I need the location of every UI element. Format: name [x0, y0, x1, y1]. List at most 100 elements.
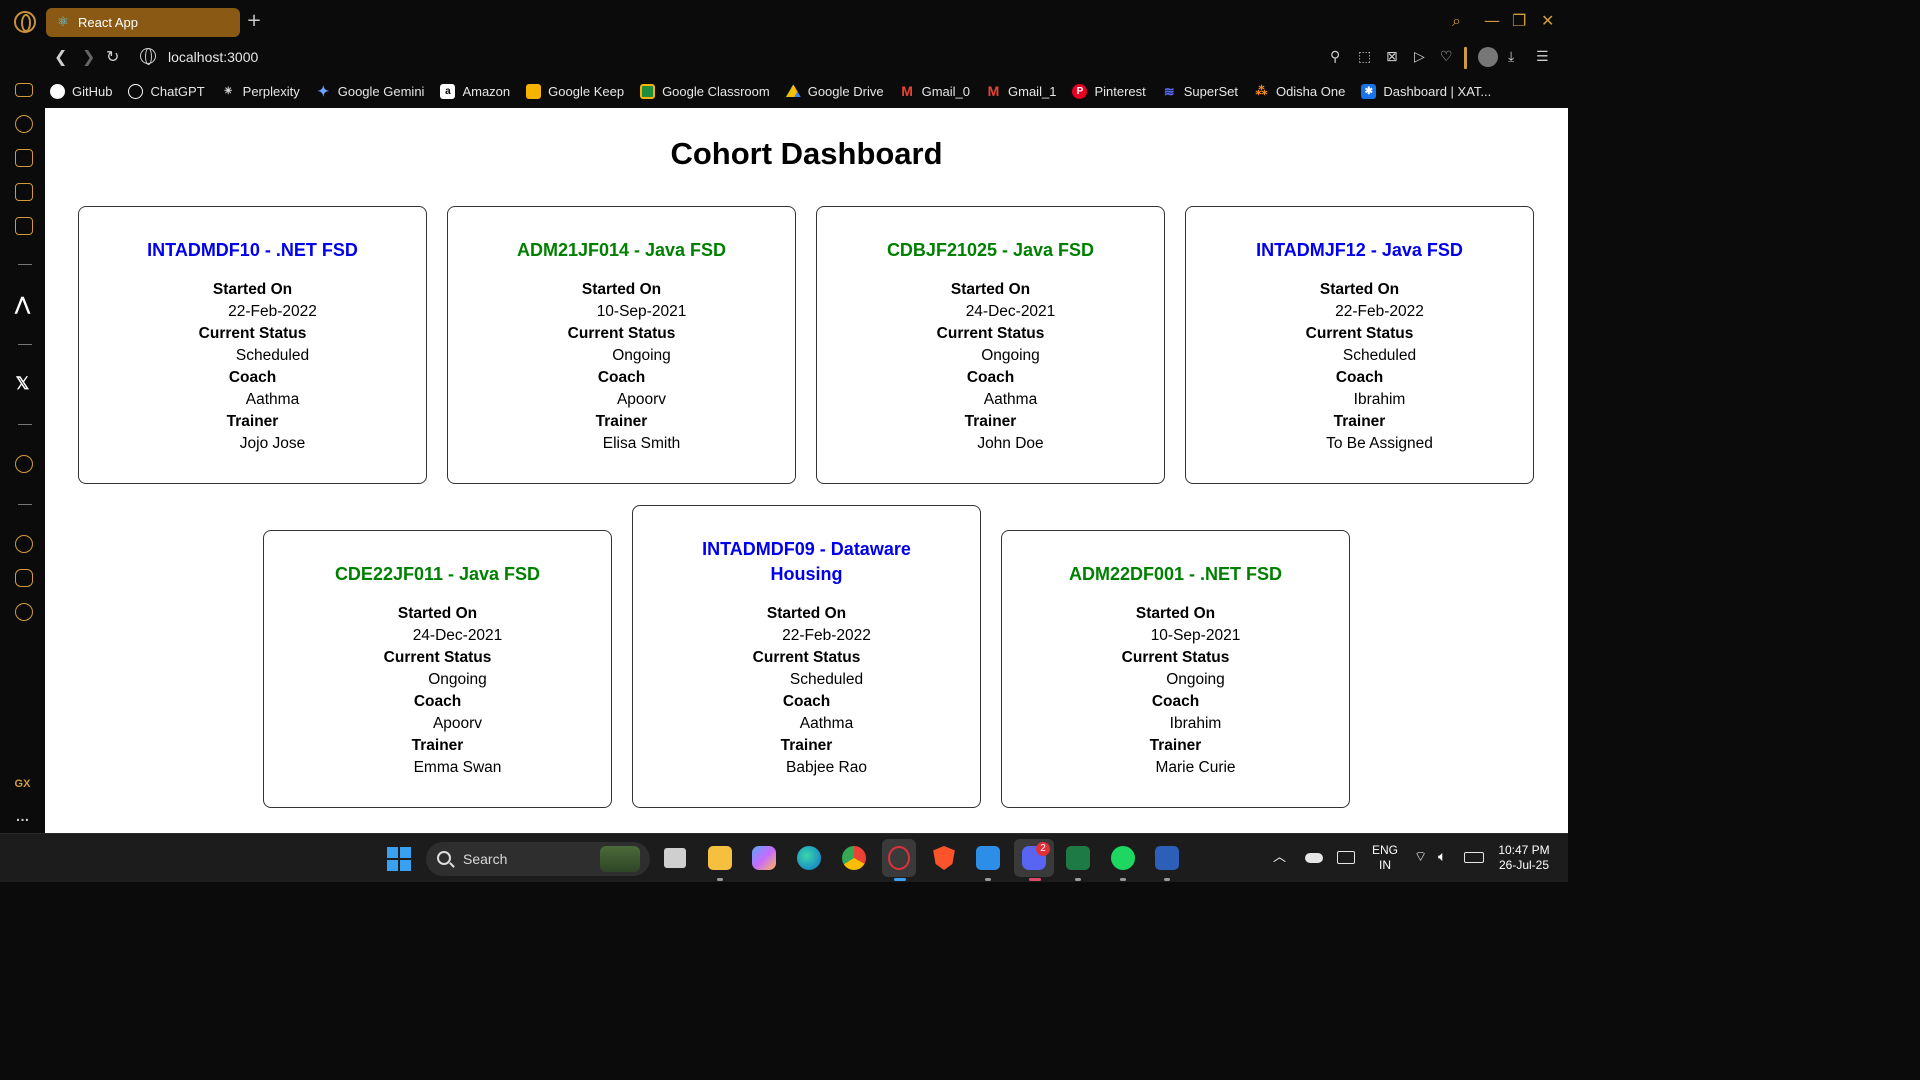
- coach-value: Apoorv: [432, 715, 483, 732]
- cohort-card: INTADMJF12 - Java FSD Started On 22-Feb-…: [1185, 206, 1534, 484]
- cohort-details: Started On 22-Feb-2022 Current Status Sc…: [633, 603, 980, 779]
- gx-cleaner-icon[interactable]: [15, 149, 33, 167]
- search-tabs-icon[interactable]: ⌕: [1452, 12, 1461, 30]
- extensions-icon[interactable]: [15, 569, 33, 587]
- easy-setup-icon[interactable]: ☰: [1536, 49, 1549, 65]
- trainer-value: Elisa Smith: [602, 435, 681, 452]
- spotify-icon[interactable]: [1111, 846, 1135, 870]
- region-code: IN: [1379, 858, 1391, 872]
- started-label: Started On: [766, 605, 847, 622]
- bookmark-label: Google Gemini: [337, 83, 425, 99]
- new-tab-button[interactable]: +: [246, 12, 262, 30]
- cohort-details: Started On 10-Sep-2021 Current Status On…: [1002, 603, 1349, 779]
- windows-start-icon[interactable]: [387, 847, 411, 871]
- bookmark-gemini[interactable]: ✦ Google Gemini: [316, 82, 425, 99]
- started-label: Started On: [1319, 281, 1400, 298]
- trainer-label: Trainer: [226, 413, 279, 430]
- gemini-icon: ✦: [317, 82, 330, 99]
- show-hidden-icons-icon[interactable]: ︿: [1273, 849, 1286, 864]
- discord-badge: 2: [1036, 842, 1050, 856]
- close-window-button[interactable]: ✕: [1541, 12, 1554, 30]
- aria-icon[interactable]: ⋀: [0, 294, 45, 315]
- bookmark-google-keep[interactable]: Google Keep: [526, 83, 624, 99]
- messenger-m-icon[interactable]: [15, 217, 33, 235]
- onedrive-icon[interactable]: [1305, 853, 1323, 863]
- language-indicator[interactable]: ENG IN: [1370, 843, 1400, 873]
- settings-icon[interactable]: [15, 603, 33, 621]
- chrome-icon[interactable]: [842, 846, 866, 870]
- x-twitter-icon[interactable]: 𝕏: [0, 374, 45, 394]
- superset-icon: ≋: [1163, 83, 1175, 99]
- snapshot-icon[interactable]: ⬚: [1358, 49, 1371, 65]
- status-label: Current Status: [383, 649, 492, 666]
- gx-corner-icon[interactable]: [15, 183, 33, 201]
- gx-control-icon[interactable]: [15, 115, 33, 133]
- player-icon[interactable]: [15, 455, 33, 473]
- coach-label: Coach: [1335, 369, 1384, 386]
- bookmark-superset[interactable]: ≋ SuperSet: [1162, 84, 1238, 99]
- gx-label[interactable]: GX: [0, 778, 45, 790]
- profile-avatar[interactable]: [1478, 47, 1498, 67]
- keyboard-icon[interactable]: [1337, 851, 1355, 864]
- excel-icon[interactable]: [1066, 846, 1090, 870]
- bookmark-gmail-0[interactable]: M Gmail_0: [900, 83, 970, 99]
- site-info-icon[interactable]: [140, 48, 156, 65]
- bookmark-perplexity[interactable]: ✳ Perplexity: [221, 84, 300, 99]
- player-icon[interactable]: ▷: [1414, 49, 1425, 65]
- edge-icon[interactable]: [797, 846, 821, 870]
- vscode-icon[interactable]: [976, 846, 1000, 870]
- wifi-icon[interactable]: ⌔: [1414, 849, 1427, 864]
- reload-button[interactable]: ↻: [106, 48, 119, 66]
- search-icon: [437, 851, 451, 865]
- bookmark-pinterest[interactable]: P Pinterest: [1072, 83, 1146, 99]
- screen: ⚛ React App + ⌕ — ❐ ✕ ❮ ❯ ↻ localhost:30…: [0, 0, 1568, 882]
- status-value: Ongoing: [1166, 671, 1225, 688]
- bookmark-amazon[interactable]: a Amazon: [440, 83, 510, 99]
- status-value: Ongoing: [612, 347, 671, 364]
- bookmark-github[interactable]: GitHub: [50, 83, 112, 99]
- bookmark-label: Gmail_1: [1008, 83, 1057, 99]
- word-icon[interactable]: [1155, 846, 1179, 870]
- clock[interactable]: 10:47 PM 26-Jul-25: [1492, 843, 1556, 873]
- battery-icon[interactable]: [1464, 852, 1484, 863]
- cohort-card: CDE22JF011 - Java FSD Started On 24-Dec-…: [263, 530, 612, 808]
- task-view-icon[interactable]: [664, 848, 686, 868]
- trainer-label: Trainer: [780, 737, 833, 754]
- bookmark-odisha-one[interactable]: ⁂ Odisha One: [1254, 84, 1345, 99]
- bookmark-label: SuperSet: [1183, 83, 1238, 99]
- pin-icon[interactable]: ⚲: [1330, 49, 1340, 65]
- active-tab[interactable]: ⚛ React App: [46, 8, 240, 37]
- bookmark-gmail-1[interactable]: M Gmail_1: [986, 82, 1057, 99]
- opera-menu-icon[interactable]: [14, 11, 36, 33]
- bookmark-label: Odisha One: [1275, 83, 1346, 99]
- restore-button[interactable]: ❐: [1512, 12, 1526, 30]
- minimize-button[interactable]: —: [1484, 12, 1500, 30]
- history-icon[interactable]: [15, 535, 33, 553]
- adblock-icon[interactable]: ⊠: [1386, 49, 1398, 65]
- bookmark-google-drive[interactable]: Google Drive: [785, 84, 884, 99]
- running-indicator: [1075, 878, 1081, 881]
- volume-icon[interactable]: 🔈︎: [1438, 849, 1446, 864]
- back-button[interactable]: ❮: [54, 48, 67, 66]
- favorites-icon[interactable]: ♡: [1440, 49, 1453, 65]
- bookmark-xat-dashboard[interactable]: ✱ Dashboard | XAT...: [1361, 83, 1492, 99]
- url-field[interactable]: localhost:3000: [168, 49, 258, 65]
- brave-icon[interactable]: [933, 846, 955, 870]
- gmail-icon: M: [987, 82, 1000, 99]
- gaming-icon[interactable]: [15, 83, 33, 97]
- file-explorer-icon[interactable]: [708, 846, 732, 870]
- forward-button[interactable]: ❯: [82, 48, 95, 66]
- bookmark-google-classroom[interactable]: Google Classroom: [640, 83, 770, 99]
- running-indicator: [1120, 878, 1126, 881]
- copilot-icon[interactable]: [752, 846, 776, 870]
- sidebar-divider: [18, 424, 32, 425]
- bookmark-label: Dashboard | XAT...: [1383, 83, 1492, 99]
- started-label: Started On: [581, 281, 662, 298]
- sidebar-more-icon[interactable]: …: [0, 808, 45, 824]
- taskbar-search[interactable]: Search: [426, 842, 650, 876]
- downloads-icon[interactable]: ⤓: [1508, 49, 1514, 65]
- sidebar-divider: [18, 264, 32, 265]
- cohort-name: INTADMDF09 - Dataware Housing: [702, 539, 911, 584]
- bookmark-chatgpt[interactable]: ChatGPT: [128, 83, 205, 99]
- coach-value: Ibrahim: [1353, 391, 1406, 408]
